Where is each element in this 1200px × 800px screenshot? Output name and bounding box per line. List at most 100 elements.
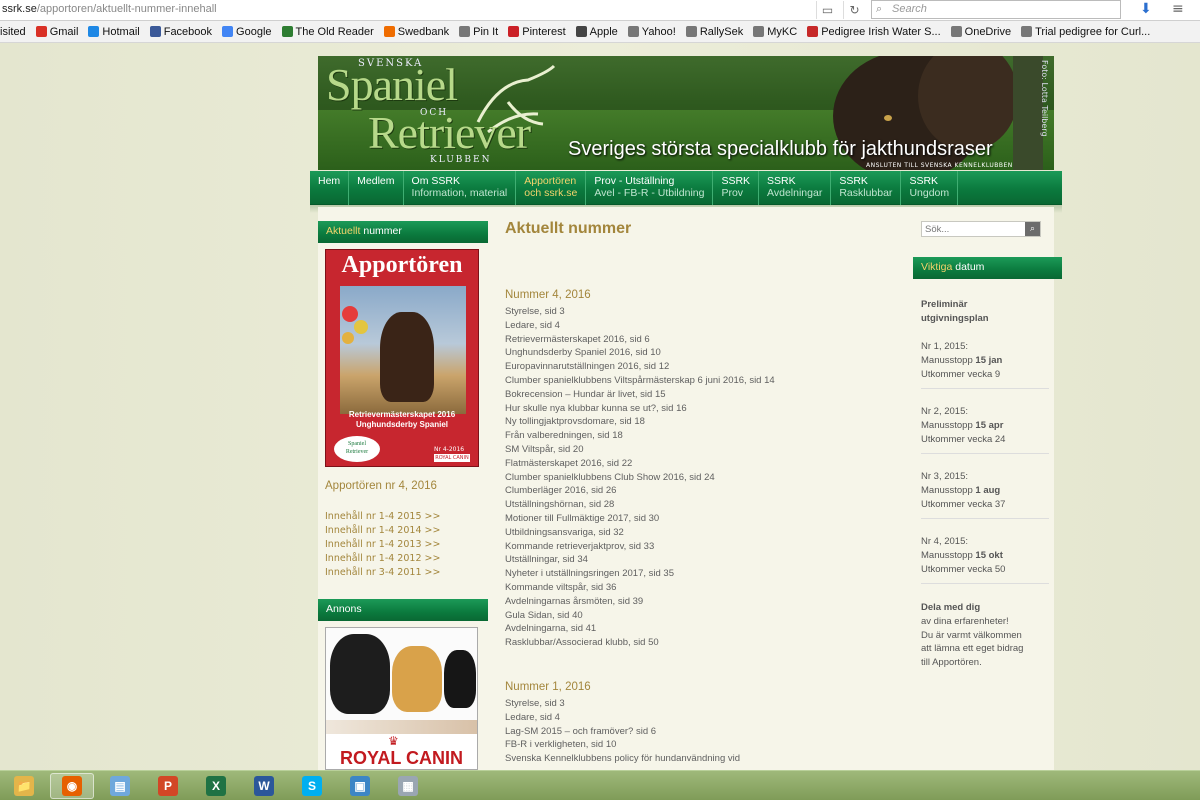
facebook-icon: [149, 26, 161, 37]
nav-item-7[interactable]: SSRK Rasklubbar: [831, 171, 902, 205]
bookmark-item[interactable]: isited: [0, 26, 26, 38]
nav-item-8[interactable]: SSRK Ungdom: [901, 171, 959, 205]
globe-icon: [753, 26, 765, 37]
globe-icon: [685, 26, 697, 37]
bookmark-label: Gmail: [49, 25, 79, 38]
share-section: Dela med dig av dina erfarenheter! Du är…: [921, 602, 1024, 669]
bookmark-label: Apple: [589, 25, 618, 38]
crown-icon: ♛: [388, 734, 399, 748]
publication-entry: Nr 1, 2015: Manusstopp 15 jan Utkommer vec…: [921, 340, 1002, 381]
site-search-input[interactable]: [922, 222, 1025, 236]
nav-item-3[interactable]: Apportören och ssrk.se: [516, 171, 587, 205]
publication-entry: Nr 2, 2015: Manusstopp 15 apr Utkommer vec…: [921, 405, 1005, 446]
toc-item: Rasklubbar/Associerad klubb, sid 50: [505, 637, 659, 649]
toc-item: Unghundsderby Spaniel 2016, sid 10: [505, 347, 661, 359]
toc-item: Clumber spanielklubbens Club Show 2016, …: [505, 471, 715, 483]
bookmark-item[interactable]: Pedigree Irish Water S...: [807, 26, 941, 38]
toc-item: Clumberläger 2016, sid 26: [505, 485, 617, 497]
word-taskbar-button[interactable]: W: [242, 773, 286, 799]
toc-item: Svenska Kennelklubbens policy för hundan…: [505, 753, 741, 765]
issue-title: Nummer 1, 2016: [505, 681, 591, 693]
nav-item-5[interactable]: SSRK Prov: [713, 171, 760, 205]
entry-number: Nr 4, 2015:: [921, 536, 968, 547]
publication-entry: Nr 4, 2015: Manusstopp 15 okt Utkommer vec…: [921, 535, 1005, 576]
bookmark-label: OneDrive: [964, 25, 1012, 38]
bookmark-item[interactable]: Gmail: [35, 25, 79, 38]
firefox-taskbar-button[interactable]: ◉: [50, 773, 94, 799]
folder-taskbar-button[interactable]: 📁: [2, 773, 46, 799]
bookmark-item[interactable]: Facebook: [149, 26, 212, 38]
nav-item-label: SSRK: [909, 175, 939, 187]
cover-photo: [340, 286, 466, 414]
main-nav: Hem Medlem Om SSRK Information, material App…: [310, 171, 1062, 205]
toc-item: SM Viltspår, sid 20: [505, 443, 584, 455]
bookmark-item[interactable]: Pin It: [459, 26, 498, 38]
bookmark-label: isited: [0, 25, 26, 38]
archive-link[interactable]: Innehåll nr 1-4 2012 >>: [325, 552, 440, 566]
entry-week: Utkommer vecka 37: [921, 498, 1006, 510]
toc-item: Motioner till Fullmäktige 2017, sid 30: [505, 512, 660, 524]
logo-retriever: Retriever: [368, 107, 531, 158]
bookmark-item[interactable]: The Old Reader: [281, 26, 374, 38]
excel-taskbar-button[interactable]: X: [194, 773, 238, 799]
separator: [921, 453, 1049, 454]
entry-week: Utkommer vecka 50: [921, 563, 1006, 575]
nav-item-label: SSRK: [721, 175, 751, 187]
bookmark-item[interactable]: Yahoo!: [627, 26, 676, 38]
globe-icon: [950, 26, 962, 37]
powerpoint-taskbar-button[interactable]: P: [146, 773, 190, 799]
bookmark-item[interactable]: RallySek: [685, 26, 743, 38]
nav-item-0[interactable]: Hem: [310, 171, 350, 205]
current-issue-header: Aktuellt nummer: [318, 221, 488, 243]
entry-number: Nr 2, 2015:: [921, 406, 968, 417]
menu-icon[interactable]: ≡: [1172, 1, 1184, 17]
archive-link[interactable]: Innehåll nr 1-4 2013 >>: [325, 538, 440, 552]
reload-icon[interactable]: ↻: [843, 1, 865, 19]
url-text[interactable]: ssrk.se/apportoren/aktuellt-nummer-inneh…: [2, 3, 217, 15]
archive-link[interactable]: Innehåll nr 1-4 2015 >>: [325, 510, 440, 524]
globe-icon: [459, 26, 471, 37]
toc-item: Från valberedningen, sid 18: [505, 430, 623, 442]
bookmark-item[interactable]: Trial pedigree for Curl...: [1021, 26, 1150, 38]
nav-item-4[interactable]: Prov - Utställning Avel - FB-R - Utbildni…: [586, 171, 714, 205]
search-icon: ⌕: [876, 3, 883, 15]
nav-item-label: SSRK: [839, 175, 868, 187]
photos-taskbar-button[interactable]: ▣: [338, 773, 382, 799]
archive-link[interactable]: Innehåll nr 1-4 2014 >>: [325, 524, 440, 538]
nav-item-label: SSRK: [767, 175, 796, 187]
bookmark-item[interactable]: Apple: [575, 25, 618, 38]
bookmark-label: MyKC: [767, 25, 798, 38]
globe-icon: [627, 26, 639, 37]
browser-search-input[interactable]: ⌕ Search: [871, 0, 1121, 19]
nav-item-6[interactable]: SSRK Avdelningar: [759, 171, 832, 205]
bookmark-item[interactable]: OneDrive: [950, 25, 1012, 38]
entry-label: Manusstopp: [921, 549, 976, 561]
nav-item-sublabel: Prov: [721, 187, 744, 199]
cover-headlines: Retrievermästerskapet 2016 Unghundsderby…: [348, 410, 456, 429]
bookmark-label: Pinterest: [522, 25, 566, 38]
bookmark-item[interactable]: MyKC: [753, 26, 797, 38]
separator: [921, 388, 1049, 389]
pinterest-icon: [508, 26, 520, 37]
bookmark-item[interactable]: Swedbank: [383, 26, 449, 38]
page-title: Aktuellt nummer: [505, 220, 632, 237]
skype-taskbar-button[interactable]: S: [290, 773, 334, 799]
search-icon[interactable]: ⌕: [1025, 222, 1040, 236]
royal-canin-ad[interactable]: ♛ ROYAL CANIN: [325, 627, 478, 770]
download-icon[interactable]: ⬇: [1140, 1, 1152, 17]
bookmark-label: Hotmail: [102, 25, 140, 38]
bookmark-item[interactable]: Pinterest: [508, 25, 566, 38]
calculator-taskbar-button[interactable]: ▦: [386, 773, 430, 799]
reader-view-icon[interactable]: ▭: [816, 1, 838, 19]
toc-item: Europavinnarutställningen 2016, sid 12: [505, 361, 670, 373]
bookmark-item[interactable]: Hotmail: [88, 25, 140, 38]
nav-item-1[interactable]: Medlem: [349, 171, 404, 205]
magazine-cover[interactable]: Apportören Retrievermästerskapet 2016 Un…: [325, 249, 479, 467]
toc-item: Ledare, sid 4: [505, 711, 560, 723]
archive-link[interactable]: Innehåll nr 3-4 2011 >>: [325, 566, 440, 580]
bookmark-item[interactable]: Google: [222, 26, 272, 38]
entry-date: 1 aug: [975, 484, 1001, 496]
notepad-taskbar-button[interactable]: ▤: [98, 773, 142, 799]
nav-item-2[interactable]: Om SSRK Information, material: [404, 171, 517, 205]
toc-item: Hur skulle nya klubbar kunna se ut?, sid…: [505, 402, 687, 414]
